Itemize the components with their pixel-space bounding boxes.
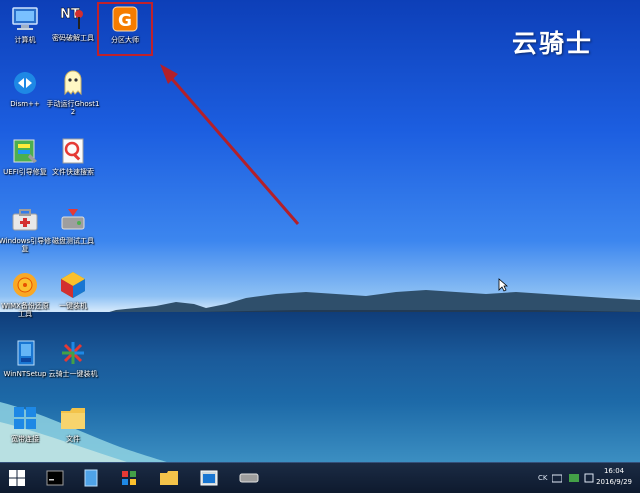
- computer-icon: [12, 7, 38, 30]
- brand-logo-text: 云骑士: [512, 29, 594, 58]
- icon-label: Dism++: [10, 100, 40, 108]
- installer-icon: [122, 471, 136, 485]
- disk-icon: [61, 209, 85, 230]
- folder-icon: [61, 408, 85, 429]
- icon-label: 宽带连接: [11, 435, 39, 443]
- icon-label: 密码破解工具: [52, 34, 94, 42]
- icon-label: 计算机: [14, 36, 36, 44]
- repair-tool-icon: [13, 139, 37, 163]
- taskbar-disk-tool[interactable]: [236, 466, 262, 490]
- dism-icon: [14, 72, 36, 94]
- desktop-icon-wimx[interactable]: WIMX备份还原工具: [0, 270, 50, 318]
- desktop-icon-installer[interactable]: 一键装机: [48, 270, 98, 310]
- taskbar-document[interactable]: [78, 466, 104, 490]
- annotation-arrow: [160, 64, 300, 225]
- clock-time: 16:04: [603, 467, 625, 475]
- folder-icon: [160, 471, 178, 485]
- start-button[interactable]: [4, 466, 30, 490]
- desktop-icon-dism[interactable]: Dism++: [0, 68, 50, 108]
- desktop-icon-yunqishi-installer[interactable]: 云骑士一键装机: [48, 338, 98, 378]
- toolbox-icon: [12, 209, 38, 231]
- icon-label: Windows引导修复: [0, 237, 52, 253]
- icon-label: 云骑士一键装机: [48, 370, 98, 378]
- search-icon: [62, 138, 84, 164]
- installer-icon: [61, 272, 85, 298]
- ghost-icon: [64, 70, 82, 96]
- network-icon: [14, 407, 36, 429]
- setup-icon: [17, 340, 35, 366]
- taskbar-app-window[interactable]: [196, 466, 222, 490]
- yunqishi-icon: [62, 342, 84, 364]
- desktop-icon-file-search[interactable]: 文件快速搜索: [48, 136, 98, 176]
- desktop-icon-ghost[interactable]: 手动运行Ghost12: [46, 68, 100, 116]
- mouse-cursor-icon: [498, 278, 508, 292]
- taskbar-cmd[interactable]: [42, 466, 68, 490]
- nt-password-icon: NT: [60, 7, 83, 29]
- icon-label: WinNTSetup: [3, 370, 47, 378]
- terminal-icon: [46, 470, 64, 486]
- taskbar: CK 16:04 2016/9/29: [0, 462, 640, 493]
- disk-icon: [239, 473, 259, 483]
- icon-label: 文件: [66, 435, 80, 443]
- desktop-icon-disk-tool[interactable]: 磁盘测试工具: [48, 205, 98, 245]
- desktop-icon-windows-boot-repair[interactable]: Windows引导修复: [0, 205, 52, 253]
- network-status-icon[interactable]: [568, 472, 580, 484]
- icon-label: 一键装机: [59, 302, 87, 310]
- clock-date: 2016/9/29: [596, 478, 632, 486]
- icon-label: 手动运行Ghost12: [46, 100, 100, 116]
- taskbar-clock[interactable]: 16:04 2016/9/29: [596, 466, 632, 488]
- desktop-icon-network[interactable]: 宽带连接: [0, 403, 50, 443]
- icon-label: WIMX备份还原工具: [1, 302, 49, 318]
- desktop: 云骑士 计算机 Dism++ UEFI引导修复 Windows引导修复 WIMX…: [0, 0, 640, 463]
- desktop-icon-nt-password[interactable]: NT 密码破解工具: [48, 2, 98, 42]
- highlight-box: [97, 2, 153, 56]
- desktop-icon-uefi-repair[interactable]: UEFI引导修复: [0, 136, 50, 176]
- desktop-icon-winntsetup[interactable]: WinNTSetup: [0, 338, 50, 378]
- desktop-icon-this-pc[interactable]: 计算机: [0, 4, 50, 44]
- document-icon: [84, 469, 98, 487]
- app-window-icon: [200, 470, 218, 486]
- windows-logo-icon: [9, 470, 25, 486]
- icon-label: 磁盘测试工具: [52, 237, 94, 245]
- desktop-icon-folder[interactable]: 文件: [48, 403, 98, 443]
- keyboard-icon[interactable]: [552, 472, 562, 484]
- taskbar-file-explorer[interactable]: [156, 466, 182, 490]
- icon-label: 文件快速搜索: [52, 168, 94, 176]
- show-desktop-icon[interactable]: [584, 472, 594, 484]
- wim-backup-icon: [13, 273, 37, 297]
- tray-input-indicator[interactable]: CK: [538, 472, 547, 484]
- icon-label: UEFI引导修复: [3, 168, 47, 176]
- taskbar-installer[interactable]: [116, 466, 142, 490]
